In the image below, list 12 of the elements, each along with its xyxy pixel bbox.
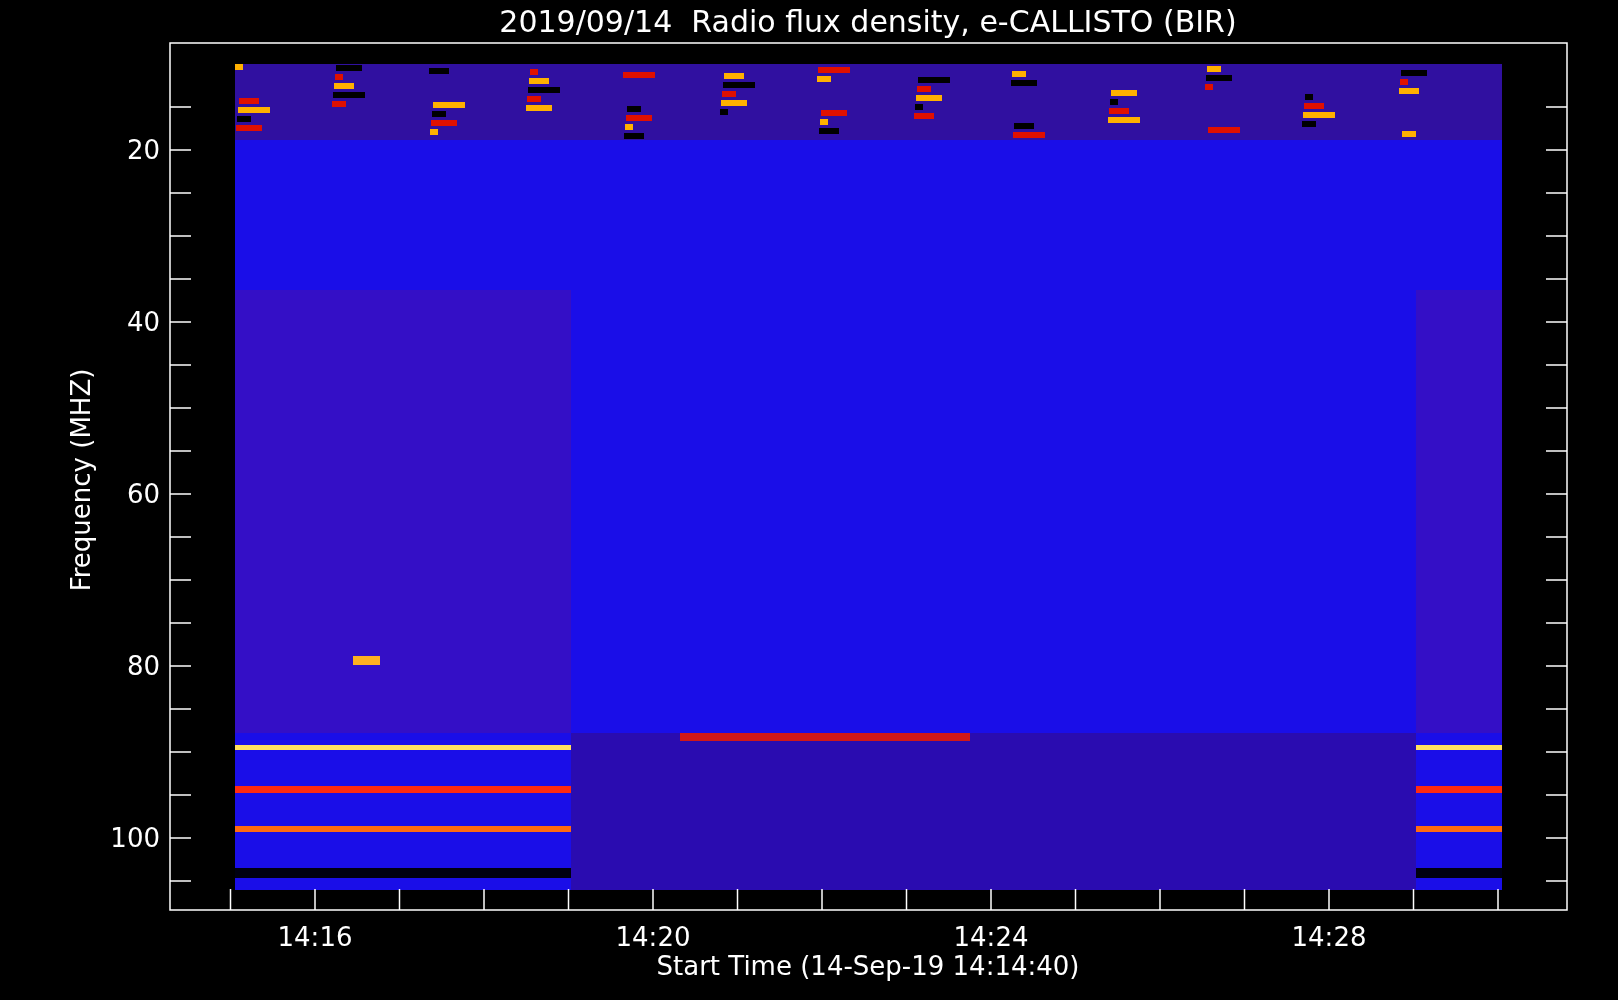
y-tick-label: 80: [126, 651, 160, 681]
y-tick-label: 40: [126, 307, 160, 337]
y-tick-label: 20: [126, 135, 160, 165]
x-tick-label: 14:28: [1291, 922, 1367, 952]
x-tick-label: 14:16: [277, 922, 353, 952]
y-tick-label: 100: [110, 823, 160, 853]
x-axis-label: Start Time (14-Sep-19 14:14:40): [656, 951, 1080, 981]
y-axis-label: Frequency (MHZ): [66, 368, 96, 592]
y-tick-label: 60: [126, 479, 160, 509]
x-tick-label: 14:24: [953, 922, 1029, 952]
chart-title: 2019/09/14 Radio flux density, e-CALLISTO (BIR): [499, 4, 1237, 39]
x-tick-label: 14:20: [615, 922, 691, 952]
